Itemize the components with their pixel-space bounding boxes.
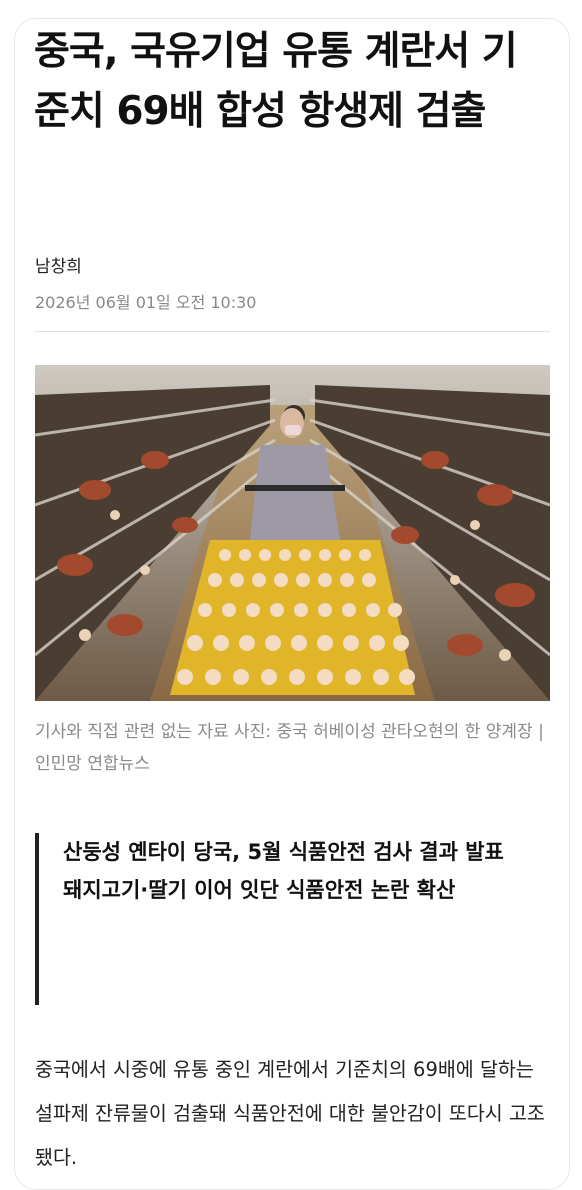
summary-line: 산둥성 옌타이 당국, 5월 식품안전 검사 결과 발표 [63,840,504,864]
summary-line: 돼지고기·딸기 이어 잇단 식품안전 논란 확산 [63,878,456,902]
divider [35,331,550,332]
article-summary: 산둥성 옌타이 당국, 5월 식품안전 검사 결과 발표 돼지고기·딸기 이어 … [35,833,547,1005]
author-name[interactable]: 남창희 [35,252,82,277]
headline: 중국, 국유기업 유통 계란서 기준치 69배 합성 항생제 검출 [34,29,518,134]
article-photo[interactable] [35,365,550,701]
photo-caption: 기사와 직접 관련 없는 자료 사진: 중국 허베이성 관타오현의 한 양계장 … [35,722,544,774]
publish-date: 2026년 06월 01일 오전 10:30 [35,293,257,312]
article-body: 중국에서 시중에 유통 중인 계란에서 기준치의 69배에 달하는 설파제 잔류… [35,1058,545,1169]
poultry-farm-photo [35,365,550,701]
